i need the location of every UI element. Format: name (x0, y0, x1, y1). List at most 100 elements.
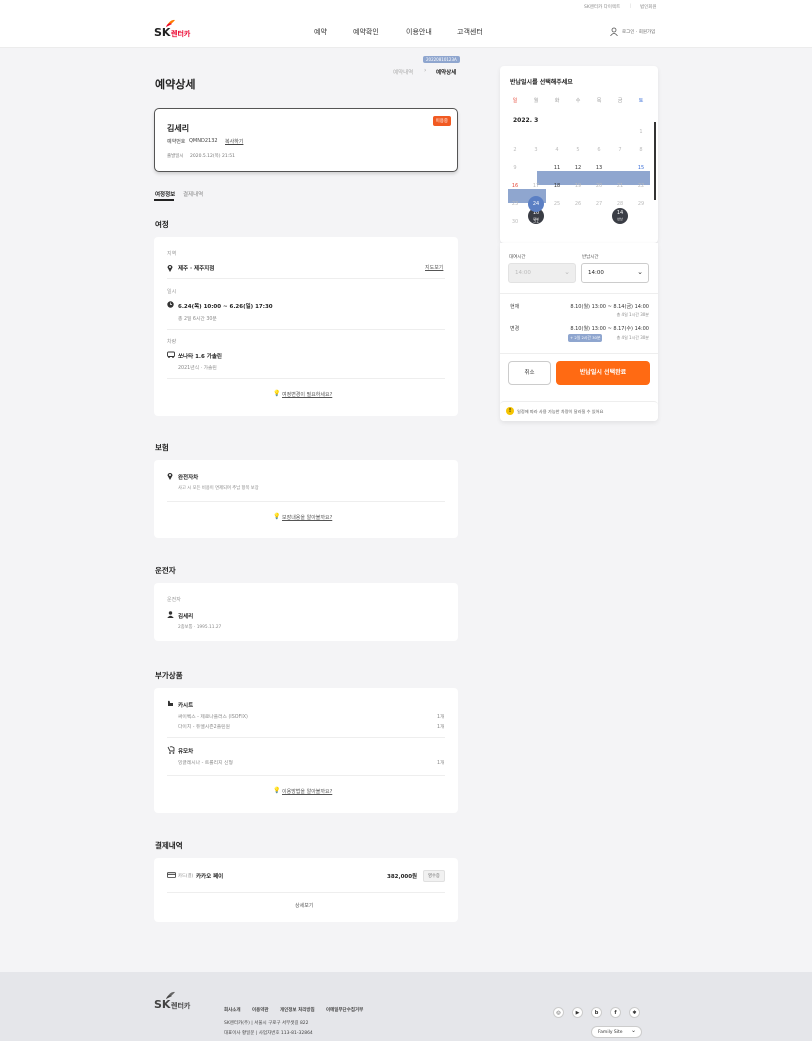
calendar-day[interactable]: 3 (527, 147, 545, 153)
calendar-day[interactable]: 6 (590, 147, 608, 153)
facebook-icon[interactable]: f (610, 1007, 621, 1018)
trip-change-link[interactable]: 여정변경이 필요하세요? (282, 391, 332, 398)
calendar-day[interactable]: 21 (611, 183, 629, 189)
breadcrumb-current: 예약상세 (436, 70, 457, 76)
calendar-day[interactable]: 29 (632, 201, 650, 207)
confirm-return-button[interactable]: 반납일시 선택완료 (556, 361, 650, 385)
receipt-button[interactable]: 영수증 (423, 870, 445, 882)
chevron-down-icon: ⌄ (630, 1027, 636, 1034)
corporate-link[interactable]: 법인회원 (640, 4, 657, 10)
calendar-day[interactable]: 22 (632, 183, 650, 189)
region-value: 제주 · 제주지점 (178, 266, 215, 272)
datetime-label: 일시 (167, 289, 177, 295)
calendar-day[interactable]: 17 (527, 183, 545, 189)
footer-link-terms[interactable]: 이용약관 (252, 1007, 269, 1013)
user-icon[interactable] (610, 27, 618, 36)
copy-link[interactable]: 복사하기 (225, 138, 243, 145)
change-label: 변경 (510, 326, 520, 332)
issued-label: 출발일시 (167, 154, 184, 159)
tab-trip-info[interactable]: 여정정보 (155, 190, 175, 198)
calendar-day[interactable]: 13 (590, 165, 608, 171)
calendar-day[interactable]: 25 (548, 201, 566, 207)
vehicle-sub: 2021년식 · 가솔린 (178, 366, 217, 371)
divider (167, 737, 445, 738)
rent-time-label: 대여시간 (509, 255, 526, 260)
addons-section-title: 부가상품 (155, 671, 183, 680)
calendar-day[interactable]: 23 (506, 201, 524, 207)
calendar-day[interactable]: 7 (611, 147, 629, 153)
divider (500, 293, 658, 294)
calendar-day[interactable]: 15 (632, 165, 650, 171)
calendar-day[interactable]: 20 (590, 183, 608, 189)
calendar-day[interactable]: 28 (611, 201, 629, 207)
car-icon (167, 351, 175, 358)
change-period: 8.10(월) 13:00 ~ 8.17(수) 14:00 (570, 326, 649, 332)
calendar-day[interactable]: 2 (506, 147, 524, 153)
login-signup-link[interactable]: 로그인 · 회원가입 (622, 29, 655, 35)
driver-section-title: 운전자 (155, 566, 176, 575)
map-link[interactable]: 지도보기 (425, 264, 443, 271)
nav-reservation-check[interactable]: 예약확인 (353, 27, 379, 37)
breadcrumb-prev[interactable]: 예약내역 (393, 68, 413, 76)
calendar-day[interactable]: 1 (632, 129, 650, 135)
divider (167, 278, 445, 279)
blog-icon[interactable]: b (591, 1007, 602, 1018)
addons-link[interactable]: 이용방법을 알아볼까요? (282, 788, 332, 795)
calendar-day[interactable]: 31 (527, 219, 545, 225)
calendar-day[interactable]: 18 (548, 183, 566, 189)
range-tag: 반납 (617, 217, 623, 221)
footer-link-email[interactable]: 이메일무단수집거부 (326, 1007, 363, 1013)
calendar-day[interactable]: 19 (569, 183, 587, 189)
calendar-day[interactable]: 14 (611, 210, 629, 216)
divider (500, 353, 658, 354)
page-title: 예약상세 (155, 78, 196, 91)
footer-link-about[interactable]: 회사소개 (224, 1007, 241, 1013)
addon-group-carseat: 카시트 (178, 703, 194, 709)
calendar-day[interactable]: 30 (506, 219, 524, 225)
insurance-link[interactable]: 보장내용을 알아볼까요? (282, 514, 332, 521)
current-duration: 총 4일 1시간 30분 (616, 312, 649, 317)
instagram-icon[interactable]: ◎ (553, 1007, 564, 1018)
youtube-icon[interactable]: ▶ (572, 1007, 583, 1018)
tab-payment[interactable]: 결제내역 (183, 190, 203, 198)
nav-guide[interactable]: 이용안내 (406, 27, 432, 37)
addon-item-qty: 1개 (437, 761, 445, 766)
insurance-section-title: 보험 (155, 443, 169, 452)
calendar-day[interactable]: 5 (569, 147, 587, 153)
payment-method: 카카오 페이 (196, 874, 224, 880)
header: SK 렌터카 예약 예약확인 이용안내 고객센터 로그인 · 회원가입 (0, 14, 812, 48)
calendar-day[interactable]: 27 (590, 201, 608, 207)
footer-link-privacy[interactable]: 개인정보 처리방침 (280, 1007, 315, 1013)
calendar-day[interactable]: 9 (506, 165, 524, 171)
duration-value: 총 2일 6시간 30분 (178, 317, 217, 322)
divider (167, 378, 445, 379)
calendar-month: 2022. 3 (513, 117, 539, 124)
addon-item-name: 다이치 - 듀엘시즌2플린원 (178, 725, 230, 730)
nav-reservation[interactable]: 예약 (314, 27, 327, 37)
calendar-day[interactable]: 24 (527, 201, 545, 207)
family-site-select[interactable]: Family Site ⌄ (591, 1026, 642, 1038)
cancel-button[interactable]: 취소 (508, 361, 551, 385)
payment-detail-link[interactable]: 상세보기 (295, 902, 313, 909)
return-time-select[interactable]: 14:00 ⌄ (581, 263, 649, 283)
addon-item-name: 싸이벡스 - 제로나플러스 (ISOFIX) (178, 715, 248, 720)
trip-card: 지역 제주 · 제주지점 지도보기 일시 6.24(목) 10:00 ~ 6.2… (154, 237, 458, 416)
addons-card: 카시트 싸이벡스 - 제로나플러스 (ISOFIX) 1개 다이치 - 듀엘시즌… (154, 688, 458, 813)
calendar-scrollbar[interactable] (654, 122, 656, 200)
divider (167, 892, 445, 893)
datetime-value: 6.24(목) 10:00 ~ 6.26(일) 17:30 (178, 304, 273, 310)
calendar-day[interactable]: 26 (569, 201, 587, 207)
calendar-day[interactable]: 16 (506, 183, 524, 189)
divider (167, 329, 445, 330)
payment-method-prefix: 카드(결) (178, 874, 194, 879)
calendar-day[interactable]: 12 (569, 165, 587, 171)
nav-customer-center[interactable]: 고객센터 (457, 27, 483, 37)
calendar-day[interactable]: 4 (548, 147, 566, 153)
logo-rentacar: 렌터카 (171, 30, 191, 38)
issued-datetime: 2020.5.12(목) 21:51 (190, 154, 235, 159)
calendar-day[interactable]: 11 (548, 165, 566, 171)
customer-name: 김세리 (167, 124, 190, 133)
kakao-icon[interactable]: ✱ (629, 1007, 640, 1018)
calendar-day[interactable]: 8 (632, 147, 650, 153)
direct-link[interactable]: SK렌터카 다이렉트 (584, 4, 620, 10)
